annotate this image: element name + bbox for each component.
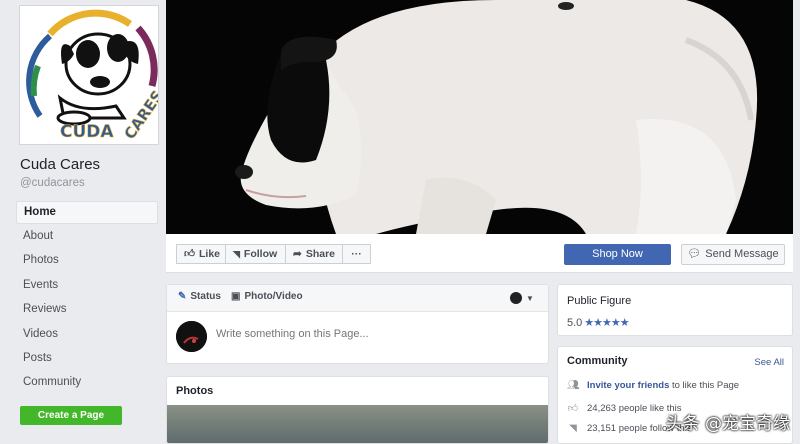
see-all-link[interactable]: See All: [754, 357, 784, 368]
rating-row[interactable]: 5.0 ★★★★★: [567, 316, 630, 330]
photos-title[interactable]: Photos: [176, 385, 213, 397]
share-arrow-icon: ➦: [293, 248, 302, 260]
rss-icon: ◥: [569, 423, 577, 434]
nav-item-home[interactable]: Home: [16, 201, 158, 224]
composer-body: [167, 312, 548, 364]
photo-thumbnail[interactable]: [167, 405, 548, 443]
community-title: Community: [567, 355, 628, 367]
pencil-icon: ✎: [178, 291, 187, 302]
nav-item-about[interactable]: About: [16, 224, 158, 248]
create-page-button[interactable]: Create a Page: [20, 406, 122, 425]
invite-row: 👥︎ Invite your friends to like this Page: [567, 380, 740, 391]
messenger-icon: 💬︎: [687, 248, 702, 260]
composer-tabs: ✎ Status ▣ Photo/Video ▼: [167, 285, 548, 312]
likes-row: 👍︎ 24,263 people like this: [567, 402, 682, 415]
page-action-bar: 👍︎ Like ◥ Follow ➦ Share ··· Shop Now 💬︎…: [166, 234, 793, 273]
invite-friends-icon: 👥︎: [567, 380, 580, 391]
page-avatar-small: [510, 292, 522, 304]
composer-input[interactable]: [216, 328, 536, 340]
nav-item-community[interactable]: Community: [16, 370, 158, 394]
thumbs-up-icon: 👍︎: [184, 248, 195, 260]
dog-cover-image: [166, 0, 793, 234]
nav-item-photos[interactable]: Photos: [16, 248, 158, 272]
invite-friends-link[interactable]: Invite your friends: [587, 380, 669, 391]
more-options-button[interactable]: ···: [342, 244, 371, 264]
watermark-text: 头条 @宠宝奇缘: [665, 414, 790, 434]
photos-section: Photos: [166, 376, 549, 444]
page-category[interactable]: Public Figure: [567, 295, 631, 307]
shop-now-button[interactable]: Shop Now: [564, 244, 671, 265]
rss-icon: ◥: [233, 249, 240, 259]
chevron-down-icon: ▼: [526, 293, 534, 303]
left-column: CUDA CARES Cuda Cares @cudacares Home Ab…: [0, 0, 166, 444]
cover-photo[interactable]: [166, 0, 793, 234]
post-composer: ✎ Status ▣ Photo/Video ▼: [166, 284, 549, 364]
nav-item-reviews[interactable]: Reviews: [16, 297, 158, 321]
star-rating-icon: ★★★★★: [584, 317, 629, 329]
category-card: Public Figure 5.0 ★★★★★: [557, 284, 793, 336]
page-handle[interactable]: @cudacares: [20, 177, 85, 189]
status-tab[interactable]: ✎ Status: [178, 291, 221, 302]
send-message-button[interactable]: 💬︎ Send Message: [681, 244, 785, 265]
thumbs-up-icon: 👍︎: [567, 403, 579, 414]
nav-item-posts[interactable]: Posts: [16, 346, 158, 370]
cuda-cares-logo: CUDA CARES: [20, 6, 158, 144]
page-name[interactable]: Cuda Cares: [20, 156, 100, 173]
logo-text: CUDA: [60, 122, 114, 142]
nav-item-events[interactable]: Events: [16, 273, 158, 297]
like-button[interactable]: 👍︎ Like: [176, 244, 226, 264]
profile-picture[interactable]: CUDA CARES: [19, 5, 159, 145]
nav-item-videos[interactable]: Videos: [16, 322, 158, 346]
photo-video-tab[interactable]: ▣ Photo/Video: [231, 291, 303, 302]
follow-button[interactable]: ◥ Follow: [225, 244, 286, 264]
share-button[interactable]: ➦ Share: [285, 244, 343, 264]
post-as-selector[interactable]: ▼: [510, 292, 534, 304]
page-nav: Home About Photos Events Reviews Videos …: [16, 201, 158, 395]
camera-icon: ▣: [231, 291, 241, 302]
rating-value: 5.0: [567, 316, 583, 329]
page-avatar: [176, 321, 207, 352]
